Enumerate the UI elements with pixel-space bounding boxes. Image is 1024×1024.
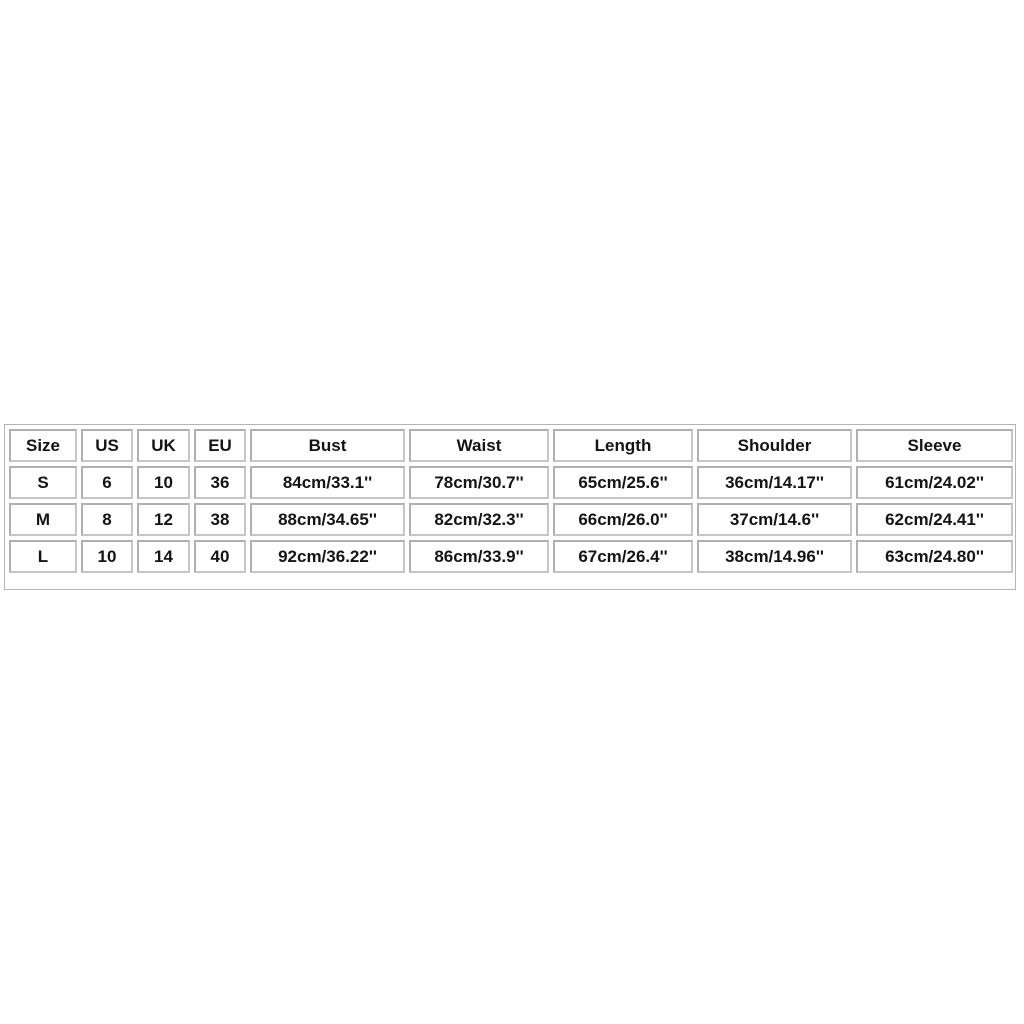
cell-us: 8 <box>81 503 133 536</box>
header-shoulder: Shoulder <box>697 429 852 462</box>
table-row: M 8 12 38 88cm/34.65'' 82cm/32.3'' 66cm/… <box>9 503 1013 536</box>
header-bust: Bust <box>250 429 405 462</box>
cell-waist: 86cm/33.9'' <box>409 540 549 573</box>
cell-sleeve: 61cm/24.02'' <box>856 466 1013 499</box>
cell-length: 66cm/26.0'' <box>553 503 693 536</box>
header-uk: UK <box>137 429 190 462</box>
cell-eu: 40 <box>194 540 246 573</box>
cell-eu: 36 <box>194 466 246 499</box>
cell-shoulder: 37cm/14.6'' <box>697 503 852 536</box>
cell-size: M <box>9 503 77 536</box>
cell-size: L <box>9 540 77 573</box>
cell-sleeve: 62cm/24.41'' <box>856 503 1013 536</box>
cell-shoulder: 36cm/14.17'' <box>697 466 852 499</box>
header-length: Length <box>553 429 693 462</box>
cell-eu: 38 <box>194 503 246 536</box>
cell-uk: 12 <box>137 503 190 536</box>
cell-bust: 92cm/36.22'' <box>250 540 405 573</box>
header-eu: EU <box>194 429 246 462</box>
cell-shoulder: 38cm/14.96'' <box>697 540 852 573</box>
header-waist: Waist <box>409 429 549 462</box>
table-row: L 10 14 40 92cm/36.22'' 86cm/33.9'' 67cm… <box>9 540 1013 573</box>
cell-bust: 88cm/34.65'' <box>250 503 405 536</box>
size-chart-table: Size US UK EU Bust Waist Length Shoulder… <box>5 425 1017 577</box>
cell-us: 10 <box>81 540 133 573</box>
cell-bust: 84cm/33.1'' <box>250 466 405 499</box>
header-us: US <box>81 429 133 462</box>
header-sleeve: Sleeve <box>856 429 1013 462</box>
cell-waist: 78cm/30.7'' <box>409 466 549 499</box>
header-size: Size <box>9 429 77 462</box>
size-chart-frame: Size US UK EU Bust Waist Length Shoulder… <box>4 424 1016 590</box>
cell-length: 65cm/25.6'' <box>553 466 693 499</box>
cell-sleeve: 63cm/24.80'' <box>856 540 1013 573</box>
cell-uk: 14 <box>137 540 190 573</box>
header-row: Size US UK EU Bust Waist Length Shoulder… <box>9 429 1013 462</box>
cell-us: 6 <box>81 466 133 499</box>
cell-waist: 82cm/32.3'' <box>409 503 549 536</box>
cell-size: S <box>9 466 77 499</box>
table-row: S 6 10 36 84cm/33.1'' 78cm/30.7'' 65cm/2… <box>9 466 1013 499</box>
cell-length: 67cm/26.4'' <box>553 540 693 573</box>
cell-uk: 10 <box>137 466 190 499</box>
